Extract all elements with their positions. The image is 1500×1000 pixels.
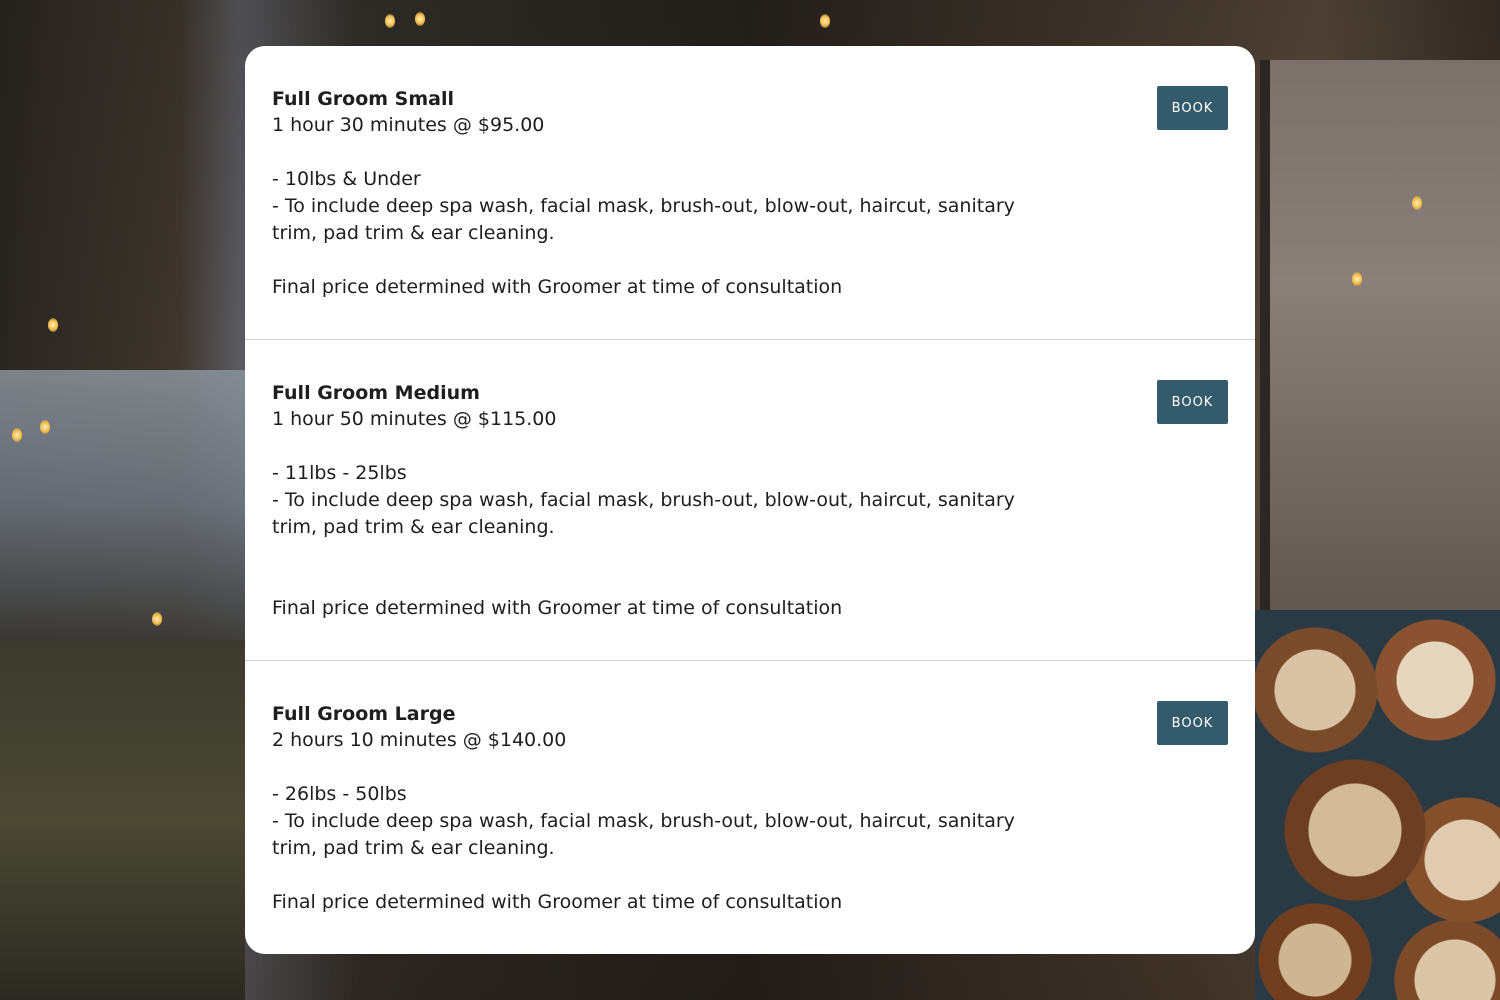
background-window [0,370,245,640]
book-button-medium[interactable]: BOOK [1157,380,1228,424]
string-light [40,420,50,434]
service-includes: - To include deep spa wash, facial mask,… [272,489,1015,538]
service-includes: - To include deep spa wash, facial mask,… [272,810,1015,859]
service-price-note: Final price determined with Groomer at t… [272,891,843,913]
service-includes: - To include deep spa wash, facial mask,… [272,195,1015,244]
service-item-small: Full Groom Small 1 hour 30 minutes @ $95… [245,46,1255,340]
service-description: - 11lbs - 25lbs - To include deep spa wa… [272,460,1032,541]
service-duration-price: 1 hour 30 minutes @ $95.00 [272,114,545,136]
service-size: - 26lbs - 50lbs [272,783,407,805]
string-light [415,12,425,26]
book-button-large[interactable]: BOOK [1157,701,1228,745]
service-name: Full Groom Medium [272,382,480,404]
string-light [820,14,830,28]
string-light [385,14,395,28]
background-door-frame [1260,60,1500,620]
service-item-large: Full Groom Large 2 hours 10 minutes @ $1… [245,661,1255,954]
service-duration-price: 2 hours 10 minutes @ $140.00 [272,729,567,751]
string-light [1412,196,1422,210]
string-light [152,612,162,626]
service-description: - 10lbs & Under - To include deep spa wa… [272,166,1032,247]
book-button-small[interactable]: BOOK [1157,86,1228,130]
services-panel: Full Groom Small 1 hour 30 minutes @ $95… [245,46,1255,954]
service-name: Full Groom Small [272,88,455,110]
service-price-note: Final price determined with Groomer at t… [272,276,843,298]
service-name: Full Groom Large [272,703,456,725]
string-light [12,428,22,442]
service-price-note: Final price determined with Groomer at t… [272,597,843,619]
background-plants [0,640,245,1000]
background-latte-art-mural [1255,610,1500,1000]
service-item-medium: Full Groom Medium 1 hour 50 minutes @ $1… [245,340,1255,661]
service-duration-price: 1 hour 50 minutes @ $115.00 [272,408,557,430]
string-light [48,318,58,332]
service-size: - 11lbs - 25lbs [272,462,407,484]
service-size: - 10lbs & Under [272,168,421,190]
string-light [1352,272,1362,286]
service-description: - 26lbs - 50lbs - To include deep spa wa… [272,781,1032,862]
